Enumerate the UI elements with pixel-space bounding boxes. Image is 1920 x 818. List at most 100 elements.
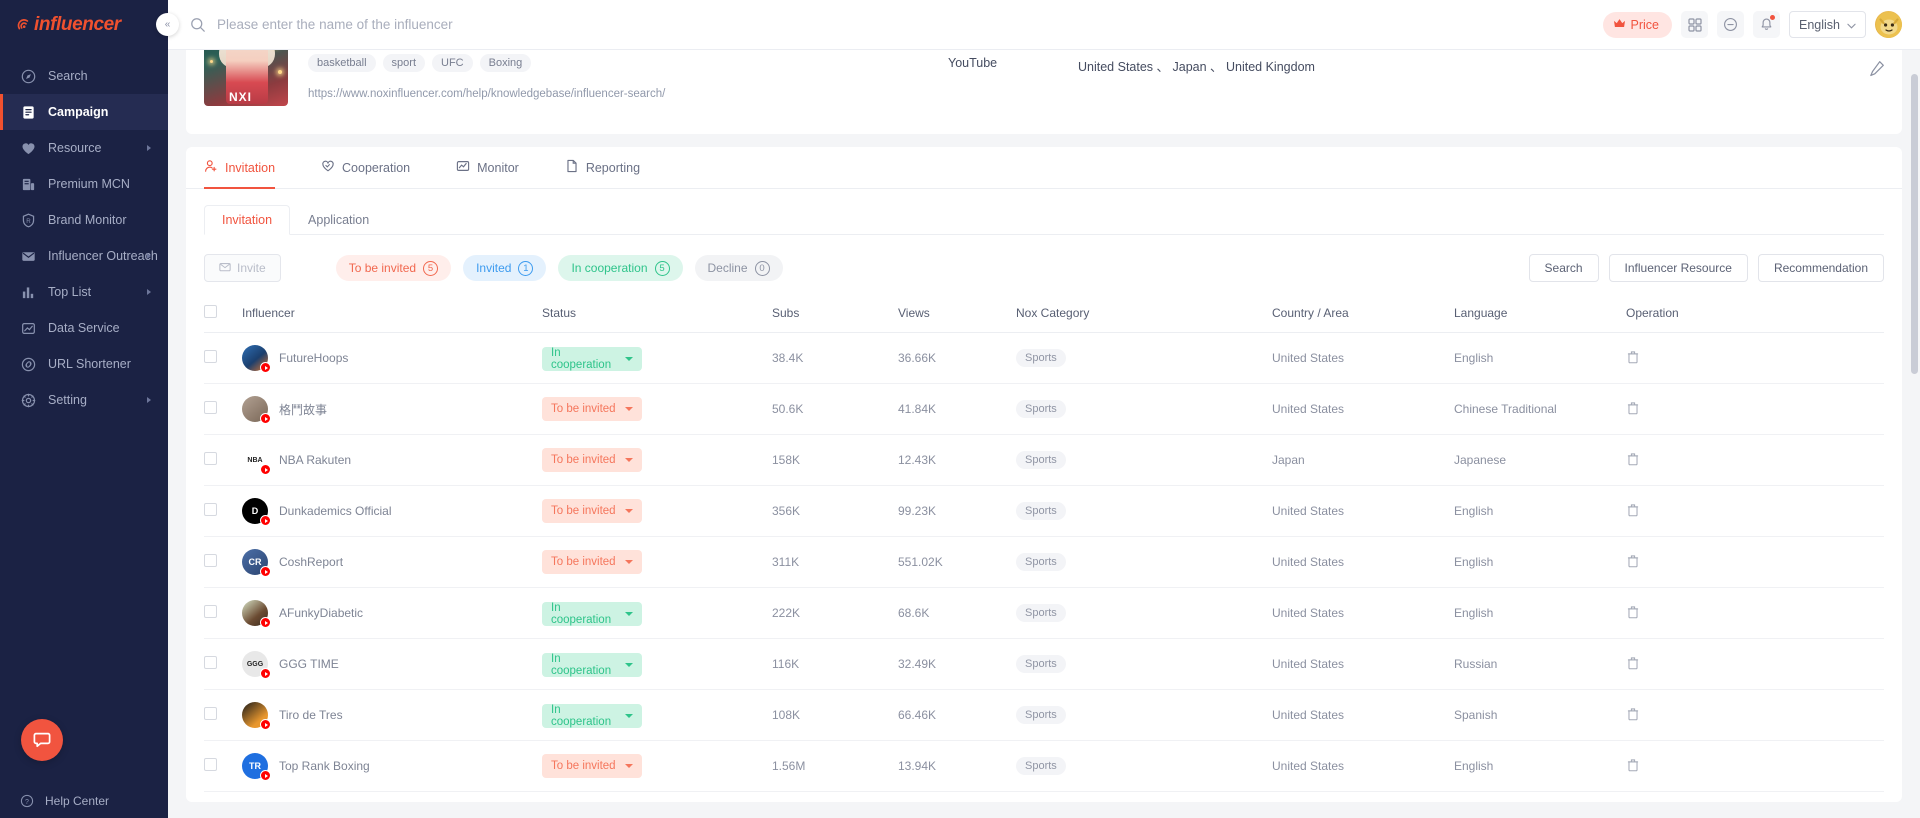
status-label: To be invited (551, 454, 616, 466)
trash-icon[interactable] (1626, 656, 1640, 670)
bell-icon[interactable] (1753, 11, 1780, 38)
status-cell: To be invited (542, 536, 772, 588)
chat-bubble-icon[interactable] (21, 719, 63, 761)
sidebar-item-resource[interactable]: Resource (0, 130, 168, 166)
sidebar-item-label: Influencer Outreach (48, 249, 158, 263)
price-button[interactable]: Price (1602, 11, 1672, 38)
status-dropdown[interactable]: In cooperation (542, 704, 642, 728)
sidebar-item-setting[interactable]: Setting (0, 382, 168, 418)
logo-text: influencer (34, 14, 121, 35)
influencer-resource-button[interactable]: Influencer Resource (1608, 254, 1748, 282)
logo[interactable]: influencer (0, 0, 168, 50)
header-country: Country / Area (1272, 296, 1454, 333)
vertical-scrollbar[interactable] (1911, 52, 1918, 812)
edit-pencil-icon[interactable] (1868, 60, 1886, 78)
status-dropdown[interactable]: To be invited (542, 499, 642, 523)
main-area: Price English (168, 0, 1920, 818)
youtube-badge-icon (260, 719, 271, 730)
status-dropdown[interactable]: To be invited (542, 448, 642, 472)
trash-icon[interactable] (1626, 401, 1640, 415)
status-dropdown[interactable]: In cooperation (542, 653, 642, 677)
status-label: In cooperation (551, 347, 612, 371)
chip-invited[interactable]: Invited 1 (463, 255, 547, 281)
chip-in-cooperation[interactable]: In cooperation 5 (558, 255, 683, 281)
chevron-right-icon (147, 145, 151, 151)
price-label: Price (1630, 17, 1659, 32)
row-checkbox[interactable] (204, 554, 217, 567)
trash-icon[interactable] (1626, 503, 1640, 517)
row-checkbox[interactable] (204, 503, 217, 516)
tab-reporting[interactable]: Reporting (565, 147, 640, 189)
sidebar-item-premium-mcn[interactable]: Premium MCN (0, 166, 168, 202)
sidebar-item-campaign[interactable]: Campaign (0, 94, 168, 130)
recommendation-button[interactable]: Recommendation (1757, 254, 1884, 282)
status-dropdown[interactable]: In cooperation (542, 347, 642, 371)
row-checkbox[interactable] (204, 452, 217, 465)
status-dropdown[interactable]: To be invited (542, 754, 642, 778)
trash-icon[interactable] (1626, 554, 1640, 568)
search-input[interactable] (217, 17, 737, 32)
trash-icon[interactable] (1626, 707, 1640, 721)
chip-to-be-invited[interactable]: To be invited 5 (335, 255, 452, 281)
subtab-invitation[interactable]: Invitation (204, 205, 291, 235)
language-selector[interactable]: English (1789, 11, 1866, 38)
sidebar-item-data-service[interactable]: Data Service (0, 310, 168, 346)
platform-value: YouTube (948, 56, 998, 70)
status-dropdown[interactable]: To be invited (542, 550, 642, 574)
chip-decline[interactable]: Decline 0 (694, 255, 783, 281)
influencer-avatar-wrap: D (242, 498, 271, 526)
compass-icon (20, 68, 37, 85)
trash-icon[interactable] (1626, 605, 1640, 619)
sidebar-item-search[interactable]: Search (0, 58, 168, 94)
row-checkbox[interactable] (204, 758, 217, 771)
campaign-tag: sport (382, 54, 426, 72)
campaign-tag: basketball (308, 54, 376, 72)
tab-invitation[interactable]: Invitation (204, 147, 276, 189)
row-select-cell (204, 383, 242, 435)
topbar: Price English (168, 0, 1920, 50)
row-checkbox[interactable] (204, 401, 217, 414)
select-all-header (204, 296, 242, 333)
sidebar-item-url-shortener[interactable]: URL Shortener (0, 346, 168, 382)
tab-monitor[interactable]: Monitor (456, 147, 519, 189)
row-checkbox[interactable] (204, 707, 217, 720)
feedback-icon[interactable] (1717, 11, 1744, 38)
scrollbar-thumb[interactable] (1911, 74, 1918, 374)
sidebar-item-label: URL Shortener (48, 357, 131, 371)
tab-cooperation[interactable]: Cooperation (321, 147, 410, 189)
search-button[interactable]: Search (1528, 254, 1599, 282)
chevron-down-icon (625, 663, 633, 667)
sidebar-item-help-center[interactable]: ? Help Center (0, 784, 168, 818)
operation-cell (1626, 332, 1884, 384)
row-checkbox[interactable] (204, 605, 217, 618)
subtab-application[interactable]: Application (290, 205, 387, 235)
sidebar-collapse-button[interactable]: « (156, 13, 179, 36)
trash-icon[interactable] (1626, 758, 1640, 772)
status-label: In cooperation (551, 653, 612, 677)
status-cell: In cooperation (542, 587, 772, 639)
views-cell: 36.66K (898, 332, 1016, 384)
page-scroll-area[interactable]: NXI yajie test basketball sport UFC Boxi… (168, 50, 1920, 818)
sidebar-item-influencer-outreach[interactable]: Influencer Outreach (0, 238, 168, 274)
avatar[interactable] (1875, 11, 1902, 38)
category-badge: Sports (1016, 655, 1066, 673)
sidebar-item-top-list[interactable]: Top List (0, 274, 168, 310)
select-all-checkbox[interactable] (204, 305, 217, 318)
trash-icon[interactable] (1626, 452, 1640, 466)
status-dropdown[interactable]: To be invited (542, 397, 642, 421)
campaign-link[interactable]: https://www.noxinfluencer.com/help/knowl… (308, 88, 665, 100)
invite-button[interactable]: Invite (204, 254, 281, 282)
topbar-actions: Price English (1602, 11, 1902, 38)
sidebar-item-label: Data Service (48, 321, 120, 335)
sidebar-item-label: Resource (48, 141, 102, 155)
row-checkbox[interactable] (204, 656, 217, 669)
influencer-avatar-wrap: CR (242, 549, 271, 577)
category-badge: Sports (1016, 553, 1066, 571)
trash-icon[interactable] (1626, 350, 1640, 364)
sidebar-item-brand-monitor[interactable]: R Brand Monitor (0, 202, 168, 238)
status-dropdown[interactable]: In cooperation (542, 602, 642, 626)
invitation-toolbar: Invite To be invited 5 Invited 1 In coop… (204, 254, 1884, 282)
row-checkbox[interactable] (204, 350, 217, 363)
shield-r-icon: R (20, 212, 37, 229)
grid-icon[interactable] (1681, 11, 1708, 38)
